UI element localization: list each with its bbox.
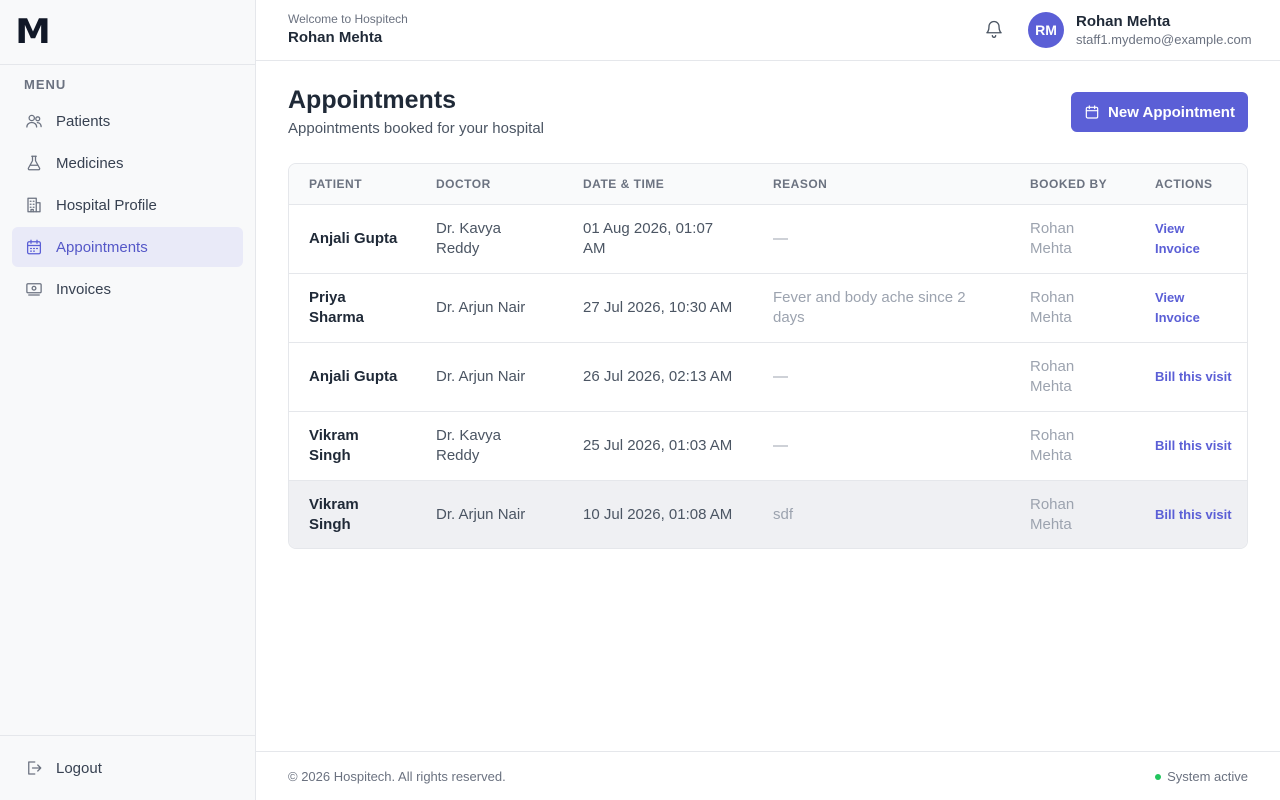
brand-logo[interactable]: M bbox=[15, 15, 51, 49]
invoice-link[interactable]: Invoice bbox=[1155, 239, 1233, 259]
cell-reason: Fever and body ache since 2 days bbox=[773, 288, 966, 326]
cell-reason: — bbox=[773, 229, 788, 247]
new-appointment-label: New Appointment bbox=[1108, 103, 1235, 121]
cell-patient: Vikram Singh bbox=[309, 426, 359, 464]
sidebar-item-medicines[interactable]: Medicines bbox=[12, 143, 243, 183]
page-title: Appointments bbox=[288, 86, 457, 114]
flask-icon bbox=[24, 153, 44, 173]
sidebar-item-hospital-profile[interactable]: Hospital Profile bbox=[12, 185, 243, 225]
view-link[interactable]: View bbox=[1155, 219, 1233, 239]
cell-actions: Bill this visit bbox=[1135, 342, 1247, 411]
cell-patient: Anjali Gupta bbox=[309, 367, 398, 385]
column-header-actions: Actions bbox=[1155, 176, 1213, 191]
table-row: Anjali Gupta Dr. Kavya Reddy 01 Aug 2026… bbox=[289, 204, 1247, 273]
sidebar-item-patients[interactable]: Patients bbox=[12, 101, 243, 141]
cell-date-time: 01 Aug 2026, 01:07 AM bbox=[583, 219, 714, 257]
cell-actions: Bill this visit bbox=[1135, 411, 1247, 480]
invoice-link[interactable]: Invoice bbox=[1155, 308, 1233, 328]
banknote-icon bbox=[24, 279, 44, 299]
table-row: Priya Sharma Dr. Arjun Nair 27 Jul 2026,… bbox=[289, 273, 1247, 342]
users-icon bbox=[24, 111, 44, 131]
cell-actions: View Invoice bbox=[1135, 204, 1247, 273]
building-icon bbox=[24, 195, 44, 215]
calendar-icon bbox=[1084, 104, 1100, 120]
cell-date-time: 27 Jul 2026, 10:30 AM bbox=[583, 298, 733, 316]
footer: © 2026 Hospitech. All rights reserved. S… bbox=[256, 751, 1280, 800]
cell-patient: Anjali Gupta bbox=[309, 229, 398, 247]
cell-doctor: Dr. Kavya Reddy bbox=[436, 426, 502, 464]
cell-doctor: Dr. Arjun Nair bbox=[436, 505, 526, 523]
cell-patient: Priya Sharma bbox=[309, 288, 365, 326]
cell-actions: Bill this visit bbox=[1135, 480, 1247, 548]
cell-reason: — bbox=[773, 367, 788, 385]
table-header-row: Patient Doctor Date & Time Reason Booked… bbox=[289, 164, 1247, 204]
status-dot-icon bbox=[1155, 773, 1162, 780]
bill-visit-link[interactable]: Bill this visit bbox=[1155, 436, 1233, 456]
system-status: System active bbox=[1155, 769, 1248, 784]
page-subtitle: Appointments booked for your hospital bbox=[288, 120, 544, 137]
table-row: Vikram Singh Dr. Kavya Reddy 25 Jul 2026… bbox=[289, 411, 1247, 480]
logout-area: Logout bbox=[0, 735, 256, 800]
column-header-doctor: Doctor bbox=[436, 176, 491, 191]
view-link[interactable]: View bbox=[1155, 288, 1233, 308]
top-header: Welcome to Hospitech Rohan Mehta RM Roha… bbox=[256, 0, 1280, 61]
cell-doctor: Dr. Arjun Nair bbox=[436, 367, 526, 385]
cell-booked-by: Rohan Mehta bbox=[1030, 426, 1075, 464]
new-appointment-button[interactable]: New Appointment bbox=[1071, 92, 1248, 132]
cell-reason: sdf bbox=[773, 505, 794, 523]
user-email: staff1.mydemo@example.com bbox=[1076, 32, 1252, 47]
copyright-text: © 2026 Hospitech. All rights reserved. bbox=[288, 769, 506, 784]
cell-booked-by: Rohan Mehta bbox=[1030, 357, 1075, 395]
sidebar-item-label: Hospital Profile bbox=[56, 196, 157, 214]
cell-doctor: Dr. Arjun Nair bbox=[436, 298, 526, 316]
sidebar-item-invoices[interactable]: Invoices bbox=[12, 269, 243, 309]
sidebar-item-label: Medicines bbox=[56, 154, 124, 172]
cell-booked-by: Rohan Mehta bbox=[1030, 288, 1075, 326]
sidebar: M MENU Patients Medicines Hospital Profi… bbox=[0, 0, 256, 800]
cell-date-time: 25 Jul 2026, 01:03 AM bbox=[583, 436, 733, 454]
cell-booked-by: Rohan Mehta bbox=[1030, 219, 1075, 257]
bill-visit-link[interactable]: Bill this visit bbox=[1155, 505, 1233, 525]
calendar-icon bbox=[24, 237, 44, 257]
avatar[interactable]: RM bbox=[1028, 12, 1064, 48]
cell-booked-by: Rohan Mehta bbox=[1030, 495, 1075, 533]
column-header-patient: Patient bbox=[309, 176, 363, 191]
cell-reason: — bbox=[773, 436, 788, 454]
logout-label: Logout bbox=[56, 759, 102, 777]
bill-visit-link[interactable]: Bill this visit bbox=[1155, 367, 1233, 387]
sidebar-item-label: Patients bbox=[56, 112, 111, 130]
menu-heading: MENU bbox=[24, 77, 67, 92]
logo-area: M bbox=[0, 0, 255, 65]
bell-icon[interactable] bbox=[984, 19, 1004, 39]
status-text: System active bbox=[1167, 769, 1248, 784]
table-row: Anjali Gupta Dr. Arjun Nair 26 Jul 2026,… bbox=[289, 342, 1247, 411]
logout-icon bbox=[24, 758, 44, 778]
appointments-table: Patient Doctor Date & Time Reason Booked… bbox=[288, 163, 1248, 549]
cell-date-time: 10 Jul 2026, 01:08 AM bbox=[583, 505, 733, 523]
user-name: Rohan Mehta bbox=[1076, 13, 1171, 30]
welcome-text: Welcome to Hospitech bbox=[288, 12, 408, 26]
sidebar-item-label: Invoices bbox=[56, 280, 112, 298]
column-header-date-time: Date & Time bbox=[583, 176, 665, 191]
sidebar-nav: Patients Medicines Hospital Profile Appo… bbox=[12, 101, 243, 311]
welcome-name: Rohan Mehta bbox=[288, 29, 383, 46]
cell-date-time: 26 Jul 2026, 02:13 AM bbox=[583, 367, 733, 385]
cell-actions: View Invoice bbox=[1135, 273, 1247, 342]
cell-doctor: Dr. Kavya Reddy bbox=[436, 219, 502, 257]
table-row: Vikram Singh Dr. Arjun Nair 10 Jul 2026,… bbox=[289, 480, 1247, 548]
sidebar-item-appointments[interactable]: Appointments bbox=[12, 227, 243, 267]
column-header-reason: Reason bbox=[773, 176, 828, 191]
cell-patient: Vikram Singh bbox=[309, 495, 359, 533]
logout-button[interactable]: Logout bbox=[12, 748, 243, 788]
sidebar-item-label: Appointments bbox=[56, 238, 148, 256]
column-header-booked-by: Booked By bbox=[1030, 176, 1108, 191]
